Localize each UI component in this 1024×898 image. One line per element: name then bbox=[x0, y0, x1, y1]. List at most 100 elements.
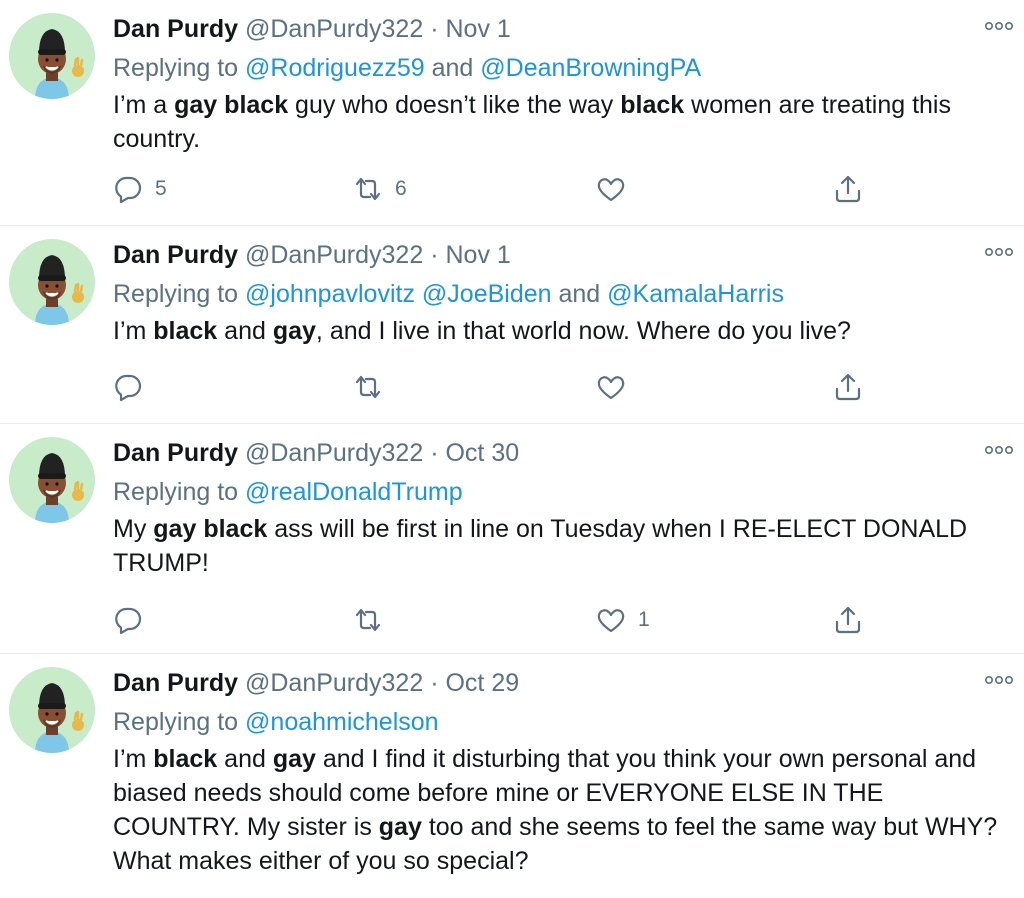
retweet-arrows-icon bbox=[353, 174, 383, 204]
more-dots-icon[interactable] bbox=[984, 246, 1014, 258]
author-name[interactable]: Dan Purdy bbox=[113, 439, 238, 467]
separator-dot: · bbox=[430, 439, 439, 467]
avatar-image bbox=[9, 239, 95, 325]
retweet-button[interactable]: 6 bbox=[353, 172, 407, 206]
tweet-actions bbox=[113, 370, 873, 404]
retweet-arrows-icon bbox=[353, 605, 383, 635]
bold-word: black bbox=[153, 745, 218, 773]
bold-word: black bbox=[203, 515, 268, 543]
replying-to: Replying to @realDonaldTrump bbox=[113, 475, 463, 509]
tweet-header: Dan Purdy @DanPurdy322 · Nov 1 bbox=[113, 12, 511, 46]
avatar-image bbox=[9, 437, 95, 523]
mention-separator: and bbox=[551, 280, 608, 308]
tweet-text-segment: I’m a bbox=[113, 91, 175, 119]
tweet-text: I’m black and gay and I find it disturbi… bbox=[113, 742, 1008, 878]
heart-icon bbox=[596, 372, 626, 402]
replies-count: 5 bbox=[155, 177, 167, 200]
mention-link[interactable]: @Rodriguezz59 bbox=[245, 54, 425, 82]
retweet-arrows-icon bbox=[353, 372, 383, 402]
mention-separator bbox=[415, 280, 422, 308]
tweet-date[interactable]: Oct 29 bbox=[445, 669, 519, 697]
replying-to-label: Replying to bbox=[113, 280, 246, 308]
replying-to-label: Replying to bbox=[113, 478, 246, 506]
author-handle[interactable]: @DanPurdy322 bbox=[245, 15, 423, 43]
separator-dot: · bbox=[430, 241, 439, 269]
mention-link[interactable]: @realDonaldTrump bbox=[245, 478, 463, 506]
avatar[interactable] bbox=[9, 13, 95, 99]
tweet-header: Dan Purdy @DanPurdy322 · Oct 30 bbox=[113, 436, 519, 470]
tweet-text-segment: and bbox=[217, 745, 273, 773]
bold-word: black bbox=[620, 91, 685, 119]
author-handle[interactable]: @DanPurdy322 bbox=[245, 439, 423, 467]
like-button[interactable]: 1 bbox=[596, 603, 650, 637]
reply-button[interactable]: 5 bbox=[113, 172, 167, 206]
tweet-header: Dan Purdy @DanPurdy322 · Oct 29 bbox=[113, 666, 519, 700]
author-name[interactable]: Dan Purdy bbox=[113, 241, 238, 269]
more-dots-icon[interactable] bbox=[984, 20, 1014, 32]
separator-dot: · bbox=[430, 669, 439, 697]
more-dots-icon[interactable] bbox=[984, 444, 1014, 456]
bold-word: black bbox=[153, 317, 218, 345]
like-button[interactable] bbox=[596, 172, 626, 206]
reply-bubble-icon bbox=[113, 174, 143, 204]
retweet-button[interactable] bbox=[353, 370, 383, 404]
replying-to-label: Replying to bbox=[113, 708, 246, 736]
retweets-count: 6 bbox=[395, 177, 407, 200]
share-button[interactable] bbox=[833, 603, 863, 637]
replying-to-label: Replying to bbox=[113, 54, 246, 82]
likes-count: 1 bbox=[638, 608, 650, 631]
tweet-date[interactable]: Oct 30 bbox=[445, 439, 519, 467]
tweet-text-segment: guy who doesn’t like the way bbox=[288, 91, 621, 119]
tweet-text-segment: My bbox=[113, 515, 154, 543]
author-handle[interactable]: @DanPurdy322 bbox=[245, 669, 423, 697]
tweet-date[interactable]: Nov 1 bbox=[445, 241, 510, 269]
author-name[interactable]: Dan Purdy bbox=[113, 669, 238, 697]
avatar-image bbox=[9, 13, 95, 99]
tweet[interactable]: Dan Purdy @DanPurdy322 · Nov 1 Replying t… bbox=[0, 0, 1024, 226]
avatar[interactable] bbox=[9, 667, 95, 753]
mention-link[interactable]: @DeanBrowningPA bbox=[480, 54, 701, 82]
share-upload-icon bbox=[833, 174, 863, 204]
bold-word: gay bbox=[174, 91, 218, 119]
retweet-button[interactable] bbox=[353, 603, 383, 637]
like-button[interactable] bbox=[596, 370, 626, 404]
tweet-actions: 56 bbox=[113, 172, 873, 206]
more-dots-icon[interactable] bbox=[984, 674, 1014, 686]
tweet-text-segment: , and I live in that world now. Where do… bbox=[315, 317, 851, 345]
tweet-text: I’m a gay black guy who doesn’t like the… bbox=[113, 88, 1008, 156]
reply-bubble-icon bbox=[113, 372, 143, 402]
mention-link[interactable]: @JoeBiden bbox=[422, 280, 552, 308]
author-handle[interactable]: @DanPurdy322 bbox=[245, 241, 423, 269]
replying-to: Replying to @Rodriguezz59 and @DeanBrown… bbox=[113, 51, 701, 85]
avatar[interactable] bbox=[9, 437, 95, 523]
tweet-actions: 1 bbox=[113, 603, 873, 637]
reply-button[interactable] bbox=[113, 370, 143, 404]
mention-link[interactable]: @KamalaHarris bbox=[607, 280, 784, 308]
tweet-header: Dan Purdy @DanPurdy322 · Nov 1 bbox=[113, 238, 511, 272]
mention-separator: and bbox=[424, 54, 481, 82]
tweet[interactable]: Dan Purdy @DanPurdy322 · Oct 30 Replying … bbox=[0, 424, 1024, 654]
tweet-text-segment: I’m bbox=[113, 745, 154, 773]
avatar[interactable] bbox=[9, 239, 95, 325]
tweet-date[interactable]: Nov 1 bbox=[445, 15, 510, 43]
share-button[interactable] bbox=[833, 172, 863, 206]
tweet[interactable]: Dan Purdy @DanPurdy322 · Nov 1 Replying t… bbox=[0, 226, 1024, 424]
avatar-image bbox=[9, 667, 95, 753]
share-upload-icon bbox=[833, 372, 863, 402]
share-button[interactable] bbox=[833, 370, 863, 404]
tweet-text-segment: and bbox=[217, 317, 273, 345]
tweet-text-segment: I’m bbox=[113, 317, 154, 345]
mention-link[interactable]: @noahmichelson bbox=[245, 708, 439, 736]
author-name[interactable]: Dan Purdy bbox=[113, 15, 238, 43]
mention-link[interactable]: @johnpavlovitz bbox=[245, 280, 415, 308]
bold-word: gay bbox=[272, 745, 316, 773]
tweet-text: I’m black and gay, and I live in that wo… bbox=[113, 314, 1008, 348]
heart-icon bbox=[596, 605, 626, 635]
separator-dot: · bbox=[430, 15, 439, 43]
reply-button[interactable] bbox=[113, 603, 143, 637]
replying-to: Replying to @noahmichelson bbox=[113, 705, 439, 739]
replying-to: Replying to @johnpavlovitz @JoeBiden and… bbox=[113, 277, 784, 311]
share-upload-icon bbox=[833, 605, 863, 635]
tweet[interactable]: Dan Purdy @DanPurdy322 · Oct 29 Replying … bbox=[0, 654, 1024, 898]
heart-icon bbox=[596, 174, 626, 204]
